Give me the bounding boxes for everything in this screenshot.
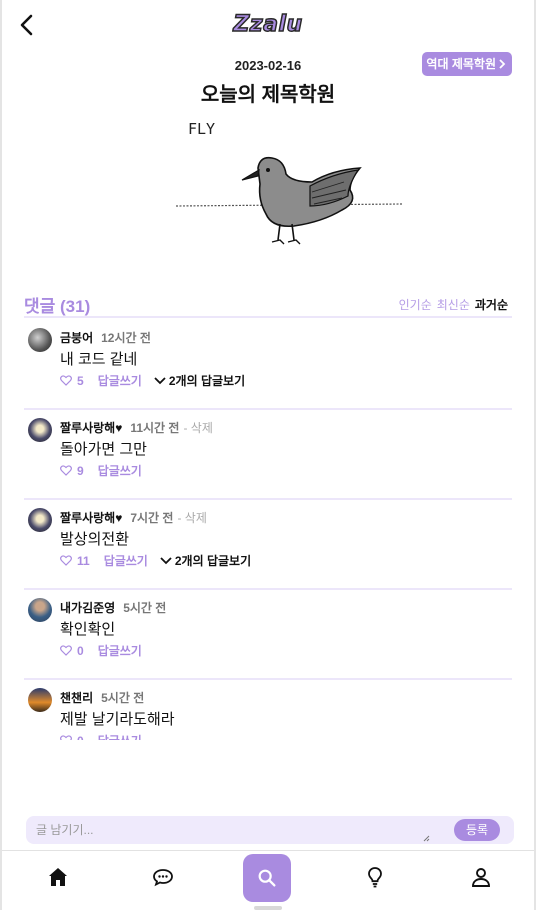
heart-icon	[60, 645, 72, 656]
comment-item: 내가김준영 5시간 전 확인확인 0 답글쓰기	[24, 590, 512, 680]
comment-input[interactable]	[36, 819, 436, 841]
sort-popular[interactable]: 인기순	[399, 296, 432, 313]
view-replies-label: 2개의 답글보기	[168, 374, 246, 388]
comment-text: 돌아가면 그만	[60, 441, 147, 458]
back-arrow-icon[interactable]	[16, 10, 42, 40]
like-count: 5	[77, 373, 84, 388]
comment-item: 짤루사랑해♥ 7시간 전 - 삭제 발상의전환 11 답글쓰기 2개의 답글보기	[24, 500, 512, 590]
like-count: 9	[77, 463, 84, 478]
sort-oldest[interactable]: 과거순	[475, 296, 508, 313]
comments-title: 댓글 (31)	[24, 292, 90, 317]
view-replies-button[interactable]: 2개의 답글보기	[154, 372, 245, 389]
comment-meta: 짤루사랑해♥ 7시간 전 - 삭제	[60, 509, 207, 526]
chevron-right-icon	[499, 59, 506, 69]
pigeon-drawing: FLY	[175, 120, 403, 245]
delete-button[interactable]: - 삭제	[177, 509, 206, 526]
like-count: 0	[77, 643, 84, 658]
comment-text: 내 코드 같네	[60, 351, 138, 368]
lightbulb-icon[interactable]	[363, 865, 387, 889]
comment-item: 짤루사랑해♥ 11시간 전 - 삭제 돌아가면 그만 9 답글쓰기	[24, 410, 512, 500]
like-count: 0	[77, 734, 84, 741]
comment-time: 5시간 전	[101, 691, 145, 705]
comments-title-label: 댓글	[24, 297, 56, 316]
chevron-down-icon	[160, 556, 172, 564]
history-button[interactable]: 역대 제목학원	[422, 52, 512, 76]
view-replies-button[interactable]: 2개의 답글보기	[160, 552, 251, 569]
submit-button[interactable]: 등록	[454, 819, 500, 841]
delete-button[interactable]: - 삭제	[183, 419, 212, 436]
heart-icon	[60, 465, 72, 476]
drawing-caption: FLY	[188, 120, 215, 138]
comment-text: 발상의전환	[60, 531, 130, 548]
comment-time: 7시간 전	[130, 511, 174, 525]
comment-meta: 짤루사랑해♥ 11시간 전 - 삭제	[60, 419, 213, 436]
comment-actions: 5 답글쓰기 2개의 답글보기	[60, 372, 245, 389]
like-button[interactable]: 0	[60, 644, 84, 658]
comment-user[interactable]: 짤루사랑해♥	[60, 509, 122, 526]
sort-latest[interactable]: 최신순	[437, 296, 470, 313]
comment-actions: 0 답글쓰기	[60, 732, 142, 740]
view-replies-label: 2개의 답글보기	[174, 554, 252, 568]
reply-button[interactable]: 답글쓰기	[98, 732, 142, 740]
comment-item: 챈챈리 5시간 전 제발 날기라도해라 0 답글쓰기	[24, 680, 512, 740]
comment-user[interactable]: 금붕어	[60, 329, 93, 346]
reply-button[interactable]: 답글쓰기	[104, 552, 148, 569]
user-icon[interactable]	[469, 865, 493, 889]
home-icon[interactable]	[46, 865, 70, 889]
avatar[interactable]	[28, 328, 52, 352]
home-indicator	[254, 906, 282, 910]
avatar[interactable]	[28, 418, 52, 442]
comment-meta: 금붕어 12시간 전	[60, 329, 151, 346]
comments-count: (31)	[60, 297, 91, 316]
app-logo[interactable]: Zzalu	[233, 11, 303, 38]
heart-icon	[60, 555, 72, 566]
comment-user[interactable]: 내가김준영	[60, 599, 115, 616]
search-icon	[258, 869, 276, 887]
comment-time: 12시간 전	[101, 331, 151, 345]
top-bar: Zzalu	[2, 0, 534, 52]
comment-user[interactable]: 챈챈리	[60, 689, 93, 706]
search-nav-button[interactable]	[243, 854, 291, 902]
history-button-label: 역대 제목학원	[426, 57, 496, 71]
comment-meta: 챈챈리 5시간 전	[60, 689, 144, 706]
sort-options: 인기순 최신순 과거순	[399, 296, 508, 313]
comment-text: 제발 날기라도해라	[60, 711, 175, 728]
resize-handle-icon[interactable]	[422, 834, 430, 842]
comment-time: 11시간 전	[130, 421, 180, 435]
like-button[interactable]: 5	[60, 374, 84, 388]
like-button[interactable]: 0	[60, 734, 84, 741]
comment-list[interactable]: 금붕어 12시간 전 내 코드 같네 5 답글쓰기 2개의 답글보기 짤루사랑해…	[24, 320, 512, 740]
comment-item: 금붕어 12시간 전 내 코드 같네 5 답글쓰기 2개의 답글보기	[24, 320, 512, 410]
avatar[interactable]	[28, 508, 52, 532]
chat-icon[interactable]	[151, 865, 175, 889]
reply-button[interactable]: 답글쓰기	[98, 642, 142, 659]
comments-header: 댓글 (31) 인기순 최신순 과거순	[24, 290, 512, 318]
like-button[interactable]: 9	[60, 464, 84, 478]
app-screen: Zzalu 2023-02-16 오늘의 제목학원 역대 제목학원 FLY 댓글…	[0, 0, 536, 910]
comment-input-bar: 등록	[26, 816, 514, 844]
heart-icon	[60, 375, 72, 386]
avatar[interactable]	[28, 688, 52, 712]
like-button[interactable]: 11	[60, 554, 90, 568]
bottom-nav	[2, 850, 534, 904]
reply-button[interactable]: 답글쓰기	[98, 372, 142, 389]
reply-button[interactable]: 답글쓰기	[98, 462, 142, 479]
comment-user[interactable]: 짤루사랑해♥	[60, 419, 122, 436]
heart-icon	[60, 735, 72, 740]
avatar[interactable]	[28, 598, 52, 622]
comment-time: 5시간 전	[123, 601, 167, 615]
like-count: 11	[77, 553, 90, 568]
comment-actions: 9 답글쓰기	[60, 462, 142, 479]
comment-actions: 0 답글쓰기	[60, 642, 142, 659]
comment-actions: 11 답글쓰기 2개의 답글보기	[60, 552, 251, 569]
chevron-down-icon	[154, 376, 166, 384]
comment-text: 확인확인	[60, 621, 116, 638]
page-title: 오늘의 제목학원	[200, 84, 336, 106]
comment-meta: 내가김준영 5시간 전	[60, 599, 166, 616]
